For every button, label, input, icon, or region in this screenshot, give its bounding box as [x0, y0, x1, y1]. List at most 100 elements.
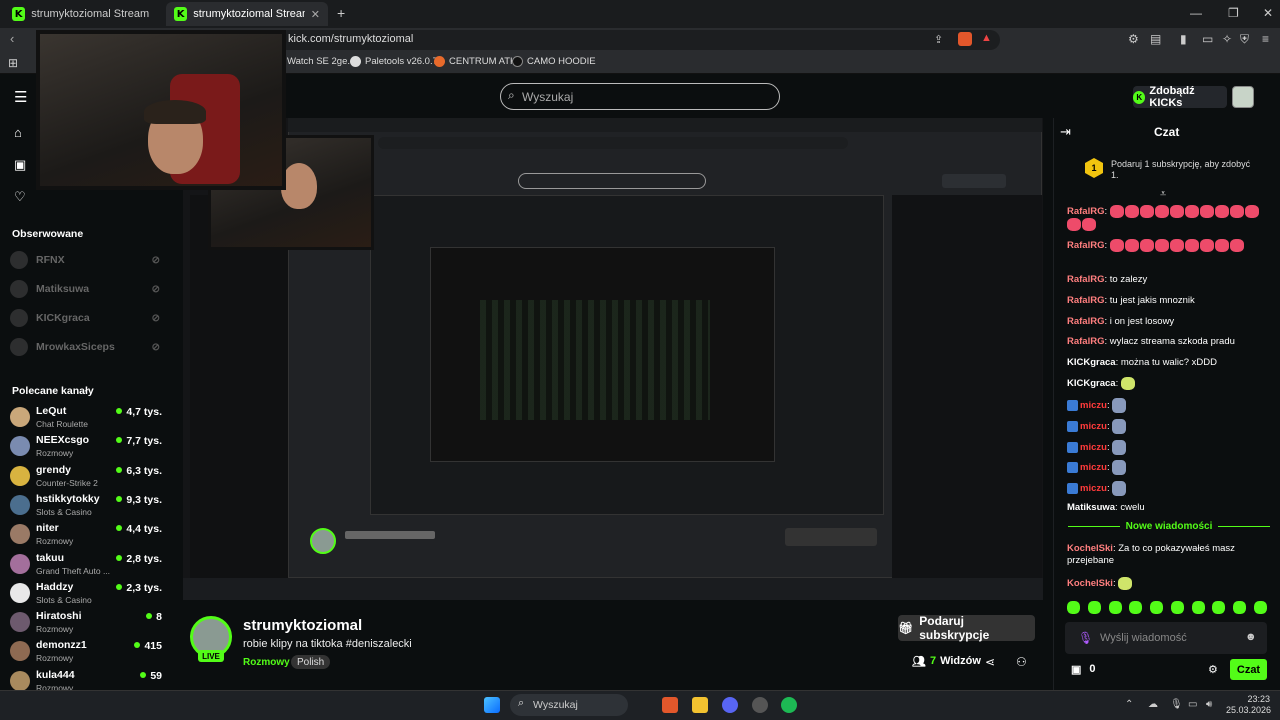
extensions-icon[interactable]: ⚙ — [1128, 32, 1139, 46]
chat-username[interactable]: RafalRG — [1067, 240, 1104, 251]
channel-name[interactable]: strumyktoziomal — [243, 617, 362, 634]
get-kicks-button[interactable]: K Zdobądź KICKs — [1133, 85, 1227, 109]
chat-username[interactable]: KochelSki — [1067, 578, 1113, 589]
emote-icon[interactable] — [1191, 601, 1205, 614]
share-icon[interactable]: ⋖ — [985, 655, 995, 669]
chat-username[interactable]: KochelSki — [1067, 543, 1113, 554]
emoji-picker-icon[interactable]: ☻ — [1245, 631, 1257, 643]
emote-icon[interactable] — [1067, 601, 1080, 614]
bookmark-item[interactable]: CENTRUM ATK — [434, 56, 516, 67]
bookmark-item[interactable]: Paletools v26.0.7 — [350, 56, 438, 67]
tray-chevron-icon[interactable]: ⌃ — [1125, 699, 1133, 710]
chat-username[interactable]: RafalRG — [1067, 274, 1104, 285]
followed-channel[interactable]: Matiksuwa ⊘ — [10, 280, 160, 298]
taskbar-clock[interactable]: 23:23 25.03.2026 — [1226, 694, 1271, 716]
volume-icon[interactable]: 🔊︎ — [1206, 699, 1212, 710]
emote-icon[interactable] — [1150, 601, 1164, 614]
gift-icon: 🎁︎ — [898, 621, 914, 635]
kicks-balance[interactable]: ▣ 0 — [1071, 663, 1096, 676]
recommended-channel[interactable]: NEEXcsgo Rozmowy 7,7 tys. — [10, 432, 162, 460]
chat-username[interactable]: miczu — [1080, 442, 1107, 453]
steam-icon[interactable] — [752, 697, 768, 713]
close-window-button[interactable]: ✕ — [1263, 6, 1273, 20]
spotify-icon[interactable] — [781, 697, 797, 713]
brave-browser-icon[interactable] — [662, 697, 678, 713]
user-avatar[interactable] — [1232, 86, 1254, 108]
quick-emote-bar[interactable] — [1067, 601, 1267, 614]
following-heart-icon[interactable]: ♡ — [14, 189, 26, 205]
chat-username[interactable]: miczu — [1080, 462, 1107, 473]
bookmark-item[interactable]: CAMO HOODIE — [512, 56, 596, 67]
chat-settings-icon[interactable]: ⚙ — [1208, 663, 1218, 676]
recommended-channel[interactable]: takuu Grand Theft Auto ... 2,8 tys. — [10, 550, 162, 578]
browser-tab[interactable]: K strumyktoziomal Stream - Watch Live — [4, 2, 160, 26]
emote-icon[interactable] — [1212, 601, 1226, 614]
windows-start-icon[interactable] — [484, 697, 500, 713]
emote-icon[interactable] — [1170, 601, 1184, 614]
followed-channel[interactable]: KICKgraca ⊘ — [10, 309, 160, 327]
new-tab-button[interactable]: + — [337, 5, 345, 21]
chat-username[interactable]: RafalRG — [1067, 295, 1104, 306]
recommended-channel[interactable]: niter Rozmowy 4,4 tys. — [10, 520, 162, 548]
followed-channel[interactable]: MrowkaxSiceps ⊘ — [10, 338, 160, 356]
chat-username[interactable]: miczu — [1080, 421, 1107, 432]
offline-icon: ⊘ — [151, 312, 160, 324]
chat-username[interactable]: RafalRG — [1067, 206, 1104, 217]
stream-tag[interactable]: Polish — [291, 655, 331, 669]
home-icon[interactable]: ⌂ — [14, 125, 22, 140]
channel-avatar — [10, 465, 30, 486]
recommended-channel[interactable]: demonzz1 Rozmowy 415 — [10, 637, 162, 665]
reading-list-icon[interactable]: ▤ — [1150, 32, 1161, 46]
sidebar-toggle-icon[interactable]: ▮ — [1180, 32, 1187, 46]
recommended-channel[interactable]: Haddzy Slots & Casino 2,3 tys. — [10, 579, 162, 607]
emote-icon[interactable] — [1253, 601, 1267, 614]
bookmark-item[interactable]: Watch SE 2ge... — [287, 56, 355, 67]
menu-icon[interactable]: ≡ — [1262, 32, 1269, 46]
file-explorer-icon[interactable] — [692, 697, 708, 713]
recommended-channel[interactable]: hstikkytokky Slots & Casino 9,3 tys. — [10, 491, 162, 519]
recommended-channel[interactable]: LeQut Chat Roulette 4,7 tys. — [10, 403, 162, 431]
channel-viewers: 2,8 tys. — [116, 553, 162, 565]
hamburger-menu-icon[interactable]: ☰ — [14, 88, 27, 106]
browser-tab-active[interactable]: K strumyktoziomal Stream - Watch ✕ — [166, 2, 328, 26]
user-menu-icon[interactable]: ⚇ — [1016, 655, 1027, 669]
emote-icon[interactable] — [1233, 601, 1247, 614]
chat-username[interactable]: KICKgraca — [1067, 378, 1116, 389]
wallet-icon[interactable]: ▭ — [1202, 32, 1213, 46]
chat-username[interactable]: RafalRG — [1067, 316, 1104, 327]
chat-username[interactable]: KICKgraca — [1067, 357, 1116, 368]
send-chat-button[interactable]: Czat — [1230, 659, 1267, 680]
stream-category[interactable]: Rozmowy — [243, 657, 290, 668]
minimize-button[interactable]: — — [1190, 6, 1202, 20]
back-icon[interactable]: ‹ — [10, 31, 14, 46]
network-icon[interactable]: ▭ — [1188, 699, 1197, 710]
leo-ai-icon[interactable]: ✧ — [1222, 32, 1232, 46]
followed-channel[interactable]: RFNX ⊘ — [10, 251, 160, 269]
browse-icon[interactable]: ▣ — [14, 157, 26, 173]
emote-icon[interactable] — [1087, 601, 1101, 614]
cloud-icon[interactable]: ☁ — [1148, 699, 1158, 710]
emote-icon[interactable] — [1129, 601, 1143, 614]
recommended-channel[interactable]: grendy Counter-Strike 2 6,3 tys. — [10, 462, 162, 490]
chat-username[interactable]: Matiksuwa — [1067, 502, 1115, 513]
microphone-icon[interactable]: 🎙︎ — [1078, 631, 1093, 645]
apps-grid-icon[interactable]: ⊞ — [8, 56, 18, 70]
microphone-tray-icon[interactable]: 🎙︎ — [1170, 699, 1183, 710]
maximize-button[interactable]: ❐ — [1228, 6, 1239, 20]
share-page-icon[interactable]: ⇪ — [934, 33, 943, 46]
chat-username[interactable]: miczu — [1080, 483, 1107, 494]
gift-subscription-button[interactable]: 🎁︎ Podaruj subskrypcje — [898, 614, 1035, 642]
chat-message: RafalRG: — [1067, 239, 1267, 252]
recommended-channel[interactable]: Hiratoshi Rozmowy 8 — [10, 608, 162, 636]
pinned-expand-icon[interactable]: ⩡ — [1160, 188, 1166, 201]
discord-icon[interactable] — [722, 697, 738, 713]
close-tab-icon[interactable]: ✕ — [311, 8, 320, 21]
collapse-chat-icon[interactable]: ⇥ — [1060, 124, 1071, 140]
brave-shield-icon[interactable] — [958, 32, 972, 46]
vpn-shield-icon[interactable]: ⛨ — [1240, 32, 1249, 47]
chat-username[interactable]: miczu — [1080, 400, 1107, 411]
emote-icon[interactable] — [1108, 601, 1122, 614]
nested-channel-name — [345, 531, 435, 539]
brave-rewards-icon[interactable]: ▲ — [981, 32, 992, 44]
chat-username[interactable]: RafalRG — [1067, 336, 1104, 347]
